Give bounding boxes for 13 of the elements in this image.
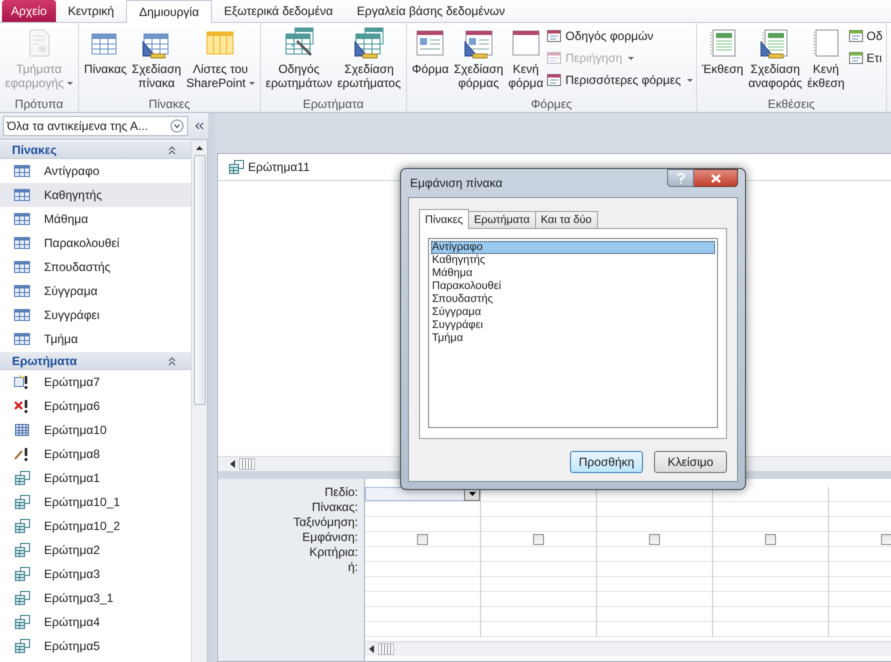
row-label: Πίνακας: (312, 500, 358, 515)
row-label: Εμφάνιση: (302, 530, 358, 545)
group-title: Πίνακες (148, 96, 191, 112)
row-label: Πεδίο: (324, 485, 358, 500)
group-title: Φόρμες (530, 96, 573, 112)
group-title: Ερωτήματα (302, 96, 365, 112)
row-label: Κριτήρια: (309, 545, 358, 560)
dialog-title: Εμφάνιση πίνακα (410, 176, 502, 190)
group-title: Εκθέσεις (766, 96, 816, 112)
group-title: Πρότυπα (14, 96, 64, 112)
row-label: ή: (348, 560, 358, 575)
row-label: Ταξινόμηση: (293, 515, 358, 530)
query-window-title: Ερώτημα11 (248, 160, 310, 174)
